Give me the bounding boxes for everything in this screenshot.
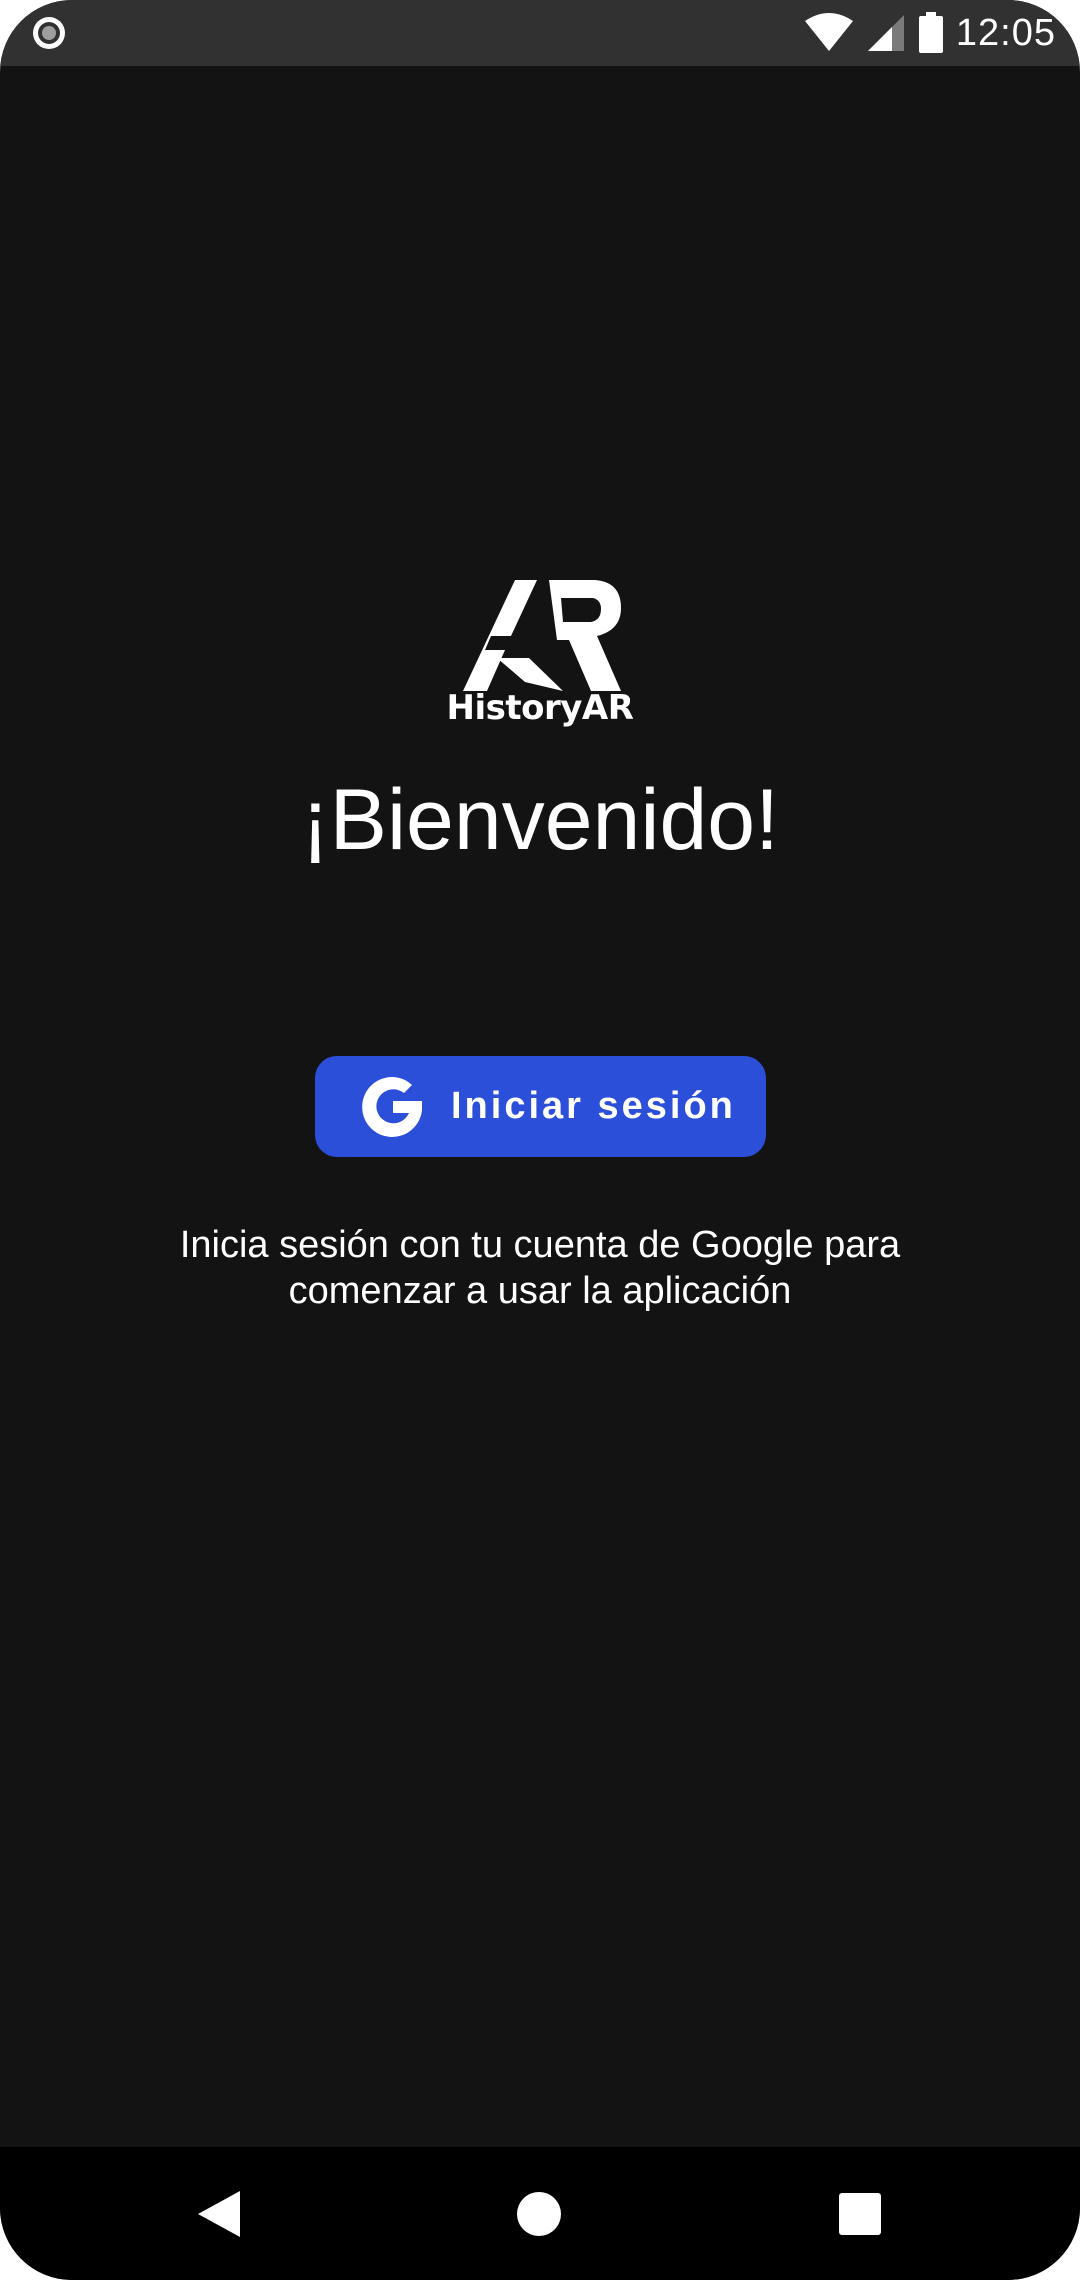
- signin-description: Inicia sesión con tu cuenta de Google pa…: [120, 1222, 960, 1314]
- description-line-2: comenzar a usar la aplicación: [288, 1270, 792, 1312]
- record-icon: [33, 17, 65, 49]
- status-time: 12:05: [955, 11, 1056, 54]
- app-screen: 12:05 HistoryAR ¡Bienvenido! Iniciar ses…: [0, 0, 1080, 2280]
- wifi-icon: [804, 13, 853, 51]
- home-icon[interactable]: [516, 2191, 562, 2237]
- google-signin-button[interactable]: Iniciar sesión: [315, 1056, 766, 1157]
- cellular-signal-icon: [867, 15, 904, 51]
- recents-icon[interactable]: [838, 2192, 882, 2236]
- historyar-logo: HistoryAR: [445, 578, 635, 728]
- status-icons: 12:05: [804, 8, 1056, 58]
- logo-wordmark: HistoryAR: [446, 688, 634, 728]
- back-icon[interactable]: [196, 2189, 242, 2239]
- google-icon: [362, 1076, 422, 1137]
- ar-logo-mark: [463, 580, 621, 691]
- description-line-1: Inicia sesión con tu cuenta de Google pa…: [179, 1224, 901, 1266]
- battery-icon: [918, 12, 943, 53]
- navigation-bar: [0, 2147, 1080, 2280]
- status-bar: 12:05: [0, 0, 1080, 66]
- signin-button-label: Iniciar sesión: [451, 1085, 736, 1127]
- welcome-title: ¡Bienvenido!: [300, 772, 780, 868]
